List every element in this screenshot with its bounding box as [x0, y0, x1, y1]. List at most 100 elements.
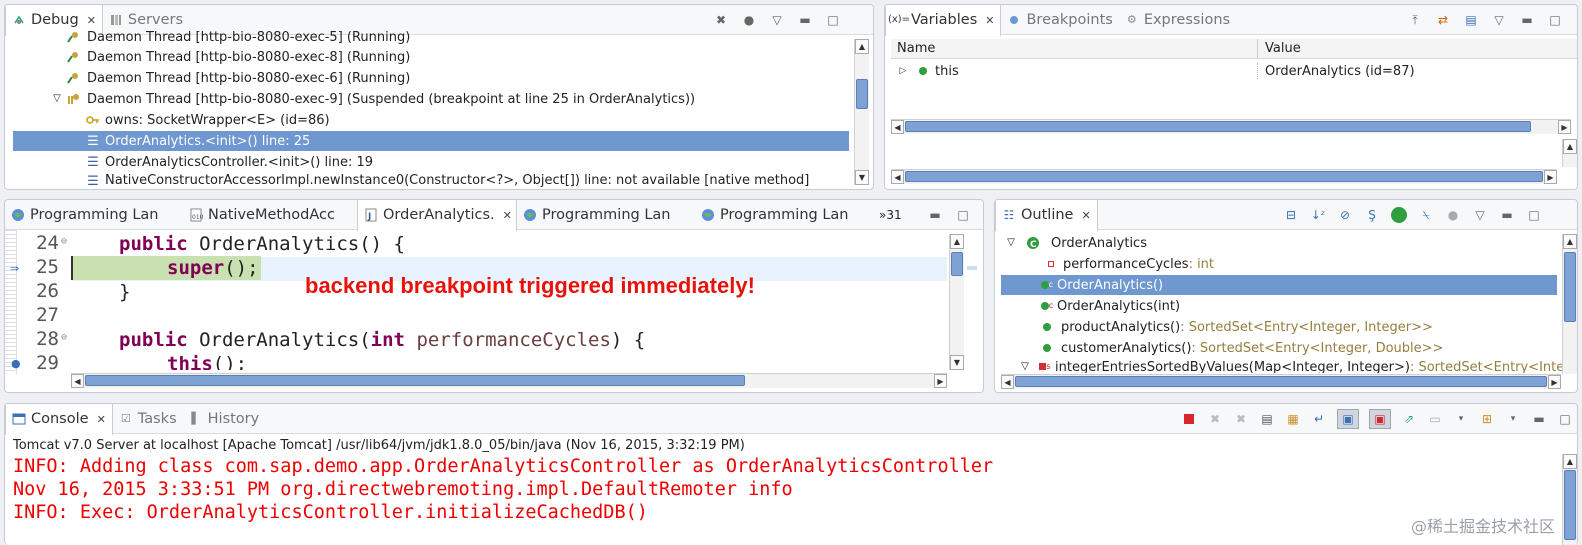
- scroll-left-icon[interactable]: ◀: [1001, 375, 1014, 389]
- stack-frame-row[interactable]: ☰ NativeConstructorAccessorImpl.newInsta…: [85, 173, 809, 187]
- maximize-icon[interactable]: □: [955, 207, 971, 223]
- owns-row[interactable]: owns: SocketWrapper<E> (id=86): [85, 110, 330, 130]
- editor-tab[interactable]: Programming Lan: [5, 200, 183, 230]
- column-name-header[interactable]: Name: [897, 41, 935, 56]
- outline-item-selected[interactable]: c OrderAnalytics(): [1001, 275, 1557, 295]
- collapse-arrow-icon[interactable]: ▽: [1017, 360, 1033, 373]
- details-horizontal-scrollbar[interactable]: ◀ ▶: [891, 169, 1557, 184]
- outline-item[interactable]: productAnalytics() : SortedSet<Entry<Int…: [1039, 317, 1433, 337]
- outline-item[interactable]: ▽ s integerEntriesSortedByValues(Map<Int…: [1017, 360, 1564, 373]
- editor-tab[interactable]: Programming Lan: [695, 200, 875, 230]
- minimize-icon[interactable]: ▬: [797, 12, 813, 28]
- view-menu-icon[interactable]: ▽: [769, 12, 785, 28]
- scroll-thumb[interactable]: [85, 375, 745, 386]
- scroll-thumb[interactable]: [905, 121, 1531, 132]
- fold-icon[interactable]: ⊖: [61, 236, 67, 247]
- outline-root[interactable]: ▽ C OrderAnalytics: [1003, 233, 1147, 253]
- scroll-right-icon[interactable]: ▶: [1558, 120, 1571, 134]
- column-divider[interactable]: [1257, 39, 1258, 58]
- close-icon[interactable]: ✕: [985, 14, 994, 27]
- display-console-icon[interactable]: ▭: [1427, 411, 1443, 427]
- tab-expressions[interactable]: ⚙ Expressions: [1119, 5, 1236, 35]
- view-menu-icon[interactable]: ▽: [1472, 207, 1488, 223]
- remove-launch-icon[interactable]: ✖: [1207, 411, 1223, 427]
- hide-non-public-icon[interactable]: [1391, 207, 1407, 223]
- collapse-all-icon[interactable]: ⊟: [1283, 207, 1299, 223]
- minimize-icon[interactable]: ▬: [1499, 207, 1515, 223]
- maximize-icon[interactable]: □: [1526, 207, 1542, 223]
- tab-console[interactable]: Console ✕: [5, 404, 113, 435]
- stack-frame-row-selected[interactable]: ☰ OrderAnalytics.<init>() line: 25: [13, 131, 849, 151]
- close-icon[interactable]: ✕: [1081, 209, 1090, 222]
- view-menu-icon[interactable]: ▽: [1491, 12, 1507, 28]
- remove-all-icon[interactable]: ✖: [1233, 411, 1249, 427]
- maximize-icon[interactable]: □: [825, 12, 841, 28]
- scroll-thumb[interactable]: [1015, 376, 1547, 387]
- tab-outline[interactable]: ☷ Outline ✕: [995, 200, 1098, 231]
- scroll-up-icon[interactable]: ▲: [855, 39, 869, 54]
- show-type-names-icon[interactable]: ⇄: [1435, 12, 1451, 28]
- scroll-left-icon[interactable]: ◀: [71, 374, 84, 388]
- tab-overflow-button[interactable]: »31: [879, 208, 902, 222]
- focus-icon[interactable]: ●: [1445, 207, 1461, 223]
- word-wrap-icon[interactable]: ↵: [1311, 411, 1327, 427]
- scroll-up-icon[interactable]: ▲: [950, 234, 964, 249]
- collapse-arrow-icon[interactable]: ▽: [1003, 235, 1019, 251]
- scroll-thumb[interactable]: [951, 252, 963, 276]
- minimize-icon[interactable]: ▬: [927, 207, 943, 223]
- code-editor[interactable]: 24 25 26 27 28 29 ⊖ ⊖ public OrderAnalyt…: [5, 230, 947, 370]
- debug-vertical-scrollbar[interactable]: ▲ ▼: [854, 39, 869, 185]
- column-value-header[interactable]: Value: [1265, 41, 1301, 56]
- details-vertical-scrollbar[interactable]: ▲: [1562, 139, 1577, 167]
- console-output[interactable]: INFO: Adding class com.sap.demo.app.Orde…: [5, 454, 1561, 545]
- tab-variables[interactable]: (x)= Variables ✕: [885, 5, 1002, 36]
- skip-all-icon[interactable]: ●: [741, 12, 757, 28]
- scroll-thumb[interactable]: [856, 79, 868, 109]
- stack-frame-row[interactable]: ☰ OrderAnalyticsController.<init>() line…: [85, 152, 373, 172]
- thread-row[interactable]: Daemon Thread [http-bio-8080-exec-5] (Ru…: [65, 29, 410, 45]
- thread-row[interactable]: Daemon Thread [http-bio-8080-exec-8] (Ru…: [65, 47, 410, 67]
- maximize-icon[interactable]: □: [1557, 411, 1573, 427]
- tab-tasks[interactable]: ☑ Tasks: [113, 404, 183, 434]
- hide-static-icon[interactable]: Ş: [1364, 207, 1380, 223]
- scroll-thumb[interactable]: [1564, 470, 1576, 540]
- scroll-up-icon[interactable]: ▲: [1563, 454, 1577, 469]
- outline-item[interactable]: performanceCycles : int: [1043, 254, 1214, 274]
- scroll-right-icon[interactable]: ▶: [934, 374, 947, 388]
- hide-local-types-icon[interactable]: ⍀: [1418, 207, 1434, 223]
- outline-vertical-scrollbar[interactable]: ▲: [1562, 234, 1577, 374]
- thread-row[interactable]: Daemon Thread [http-bio-8080-exec-6] (Ru…: [65, 68, 410, 88]
- scroll-lock-icon[interactable]: ▦: [1285, 411, 1301, 427]
- editor-tab[interactable]: 010 NativeMethodAcc: [183, 200, 357, 230]
- minimize-icon[interactable]: ▬: [1531, 411, 1547, 427]
- scroll-down-icon[interactable]: ▼: [855, 170, 869, 185]
- clear-console-icon[interactable]: ▤: [1259, 411, 1275, 427]
- variable-row[interactable]: ▷ this OrderAnalytics (id=87): [891, 61, 1577, 81]
- expand-arrow-icon[interactable]: ▷: [895, 63, 911, 79]
- scroll-left-icon[interactable]: ◀: [891, 170, 904, 184]
- collapse-arrow-icon[interactable]: ▽: [49, 91, 65, 107]
- scroll-thumb[interactable]: [905, 171, 1543, 182]
- scroll-thumb[interactable]: [1564, 252, 1576, 322]
- close-icon[interactable]: ✕: [503, 209, 512, 222]
- sort-icon[interactable]: ↓ᶻ: [1310, 207, 1326, 223]
- editor-horizontal-scrollbar[interactable]: ◀ ▶: [71, 373, 947, 388]
- pin-console-icon[interactable]: ⇗: [1401, 411, 1417, 427]
- tab-history[interactable]: ▌ History: [183, 404, 266, 434]
- close-icon[interactable]: ✕: [97, 413, 106, 426]
- scroll-right-icon[interactable]: ▶: [1548, 375, 1561, 389]
- outline-horizontal-scrollbar[interactable]: ◀ ▶: [1001, 374, 1561, 389]
- overview-ruler[interactable]: [967, 266, 977, 270]
- hide-fields-icon[interactable]: ⊘: [1337, 207, 1353, 223]
- collapse-all-icon[interactable]: ⤒: [1407, 12, 1423, 28]
- show-stdout-icon[interactable]: ▣: [1337, 409, 1359, 429]
- details-pane[interactable]: [891, 137, 1577, 167]
- maximize-icon[interactable]: □: [1547, 12, 1563, 28]
- outline-item[interactable]: c OrderAnalytics(int): [1039, 296, 1180, 316]
- scroll-right-icon[interactable]: ▶: [1544, 170, 1557, 184]
- scroll-up-icon[interactable]: ▲: [1563, 139, 1577, 154]
- fold-icon[interactable]: ⊖: [61, 332, 67, 343]
- editor-tab-active[interactable]: J OrderAnalytics. ✕: [357, 200, 517, 231]
- console-vertical-scrollbar[interactable]: ▲: [1562, 454, 1577, 545]
- chevron-down-icon[interactable]: ▾: [1505, 411, 1521, 427]
